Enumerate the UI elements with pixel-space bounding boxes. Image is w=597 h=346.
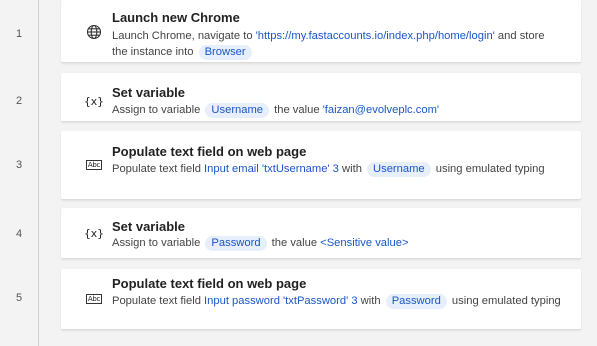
line-number: 5 [15,292,23,304]
action-step-set-variable[interactable]: {x} Set variable Assign to variable User… [61,73,581,122]
line-number: 2 [15,95,23,107]
desc-text: the value [271,104,323,116]
variable-chip[interactable]: Password [385,294,447,309]
step-title: Set variable [112,85,185,100]
step-description: Populate text field Input password 'txtP… [112,293,562,309]
globe-icon [85,24,103,40]
variable-chip[interactable]: Username [205,103,270,118]
line-number: 3 [15,159,23,171]
ui-element-link[interactable]: Input password 'txtPassword' 3 [204,295,358,307]
action-step-set-variable[interactable]: {x} Set variable Assign to variable Pass… [61,208,581,259]
url-value: 'https://my.fastaccounts.io/index.php/ho… [255,30,495,42]
desc-text: using emulated typing [448,295,561,307]
variable-chip[interactable]: Browser [198,45,252,60]
desc-text: Populate text field [112,163,205,175]
variable-chip[interactable]: Username [367,162,431,177]
step-title: Populate text field on web page [112,144,307,159]
variable-icon: {x} [84,94,104,108]
text-field-icon: Abc [85,160,103,170]
step-description: Launch Chrome, navigate to 'https://my.f… [112,28,562,60]
desc-text: Populate text field [112,295,205,307]
desc-text: with [338,163,366,175]
desc-text: Assign to variable [112,237,204,249]
value-text: <Sensitive value> [320,237,409,249]
ui-element-link[interactable]: Input email 'txtUsername' 3 [204,163,339,175]
line-number: 1 [15,28,23,40]
variable-icon: {x} [84,226,104,240]
action-step-populate-text-field[interactable]: Abc Populate text field on web page Popu… [61,269,581,330]
desc-text: Assign to variable [112,104,204,116]
step-title: Populate text field on web page [112,276,307,291]
step-description: Assign to variable Password the value <S… [112,235,562,251]
desc-text: with [357,295,384,307]
desc-text: using emulated typing [432,163,545,175]
action-step-populate-text-field[interactable]: Abc Populate text field on web page Popu… [61,131,581,200]
variable-chip[interactable]: Password [205,236,267,251]
step-title: Launch new Chrome [112,10,240,25]
action-step-launch-chrome[interactable]: Launch new Chrome Launch Chrome, navigat… [61,0,581,63]
step-description: Assign to variable Username the value 'f… [112,102,562,118]
line-number: 4 [15,228,23,240]
gutter-divider [38,0,39,346]
step-description: Populate text field Input email 'txtUser… [112,161,562,177]
desc-text: Launch Chrome, navigate to [112,30,256,42]
text-field-icon: Abc [85,294,103,304]
value-text: 'faizan@evolveplc.com' [322,104,440,116]
desc-text: the value [268,237,321,249]
step-title: Set variable [112,219,185,234]
